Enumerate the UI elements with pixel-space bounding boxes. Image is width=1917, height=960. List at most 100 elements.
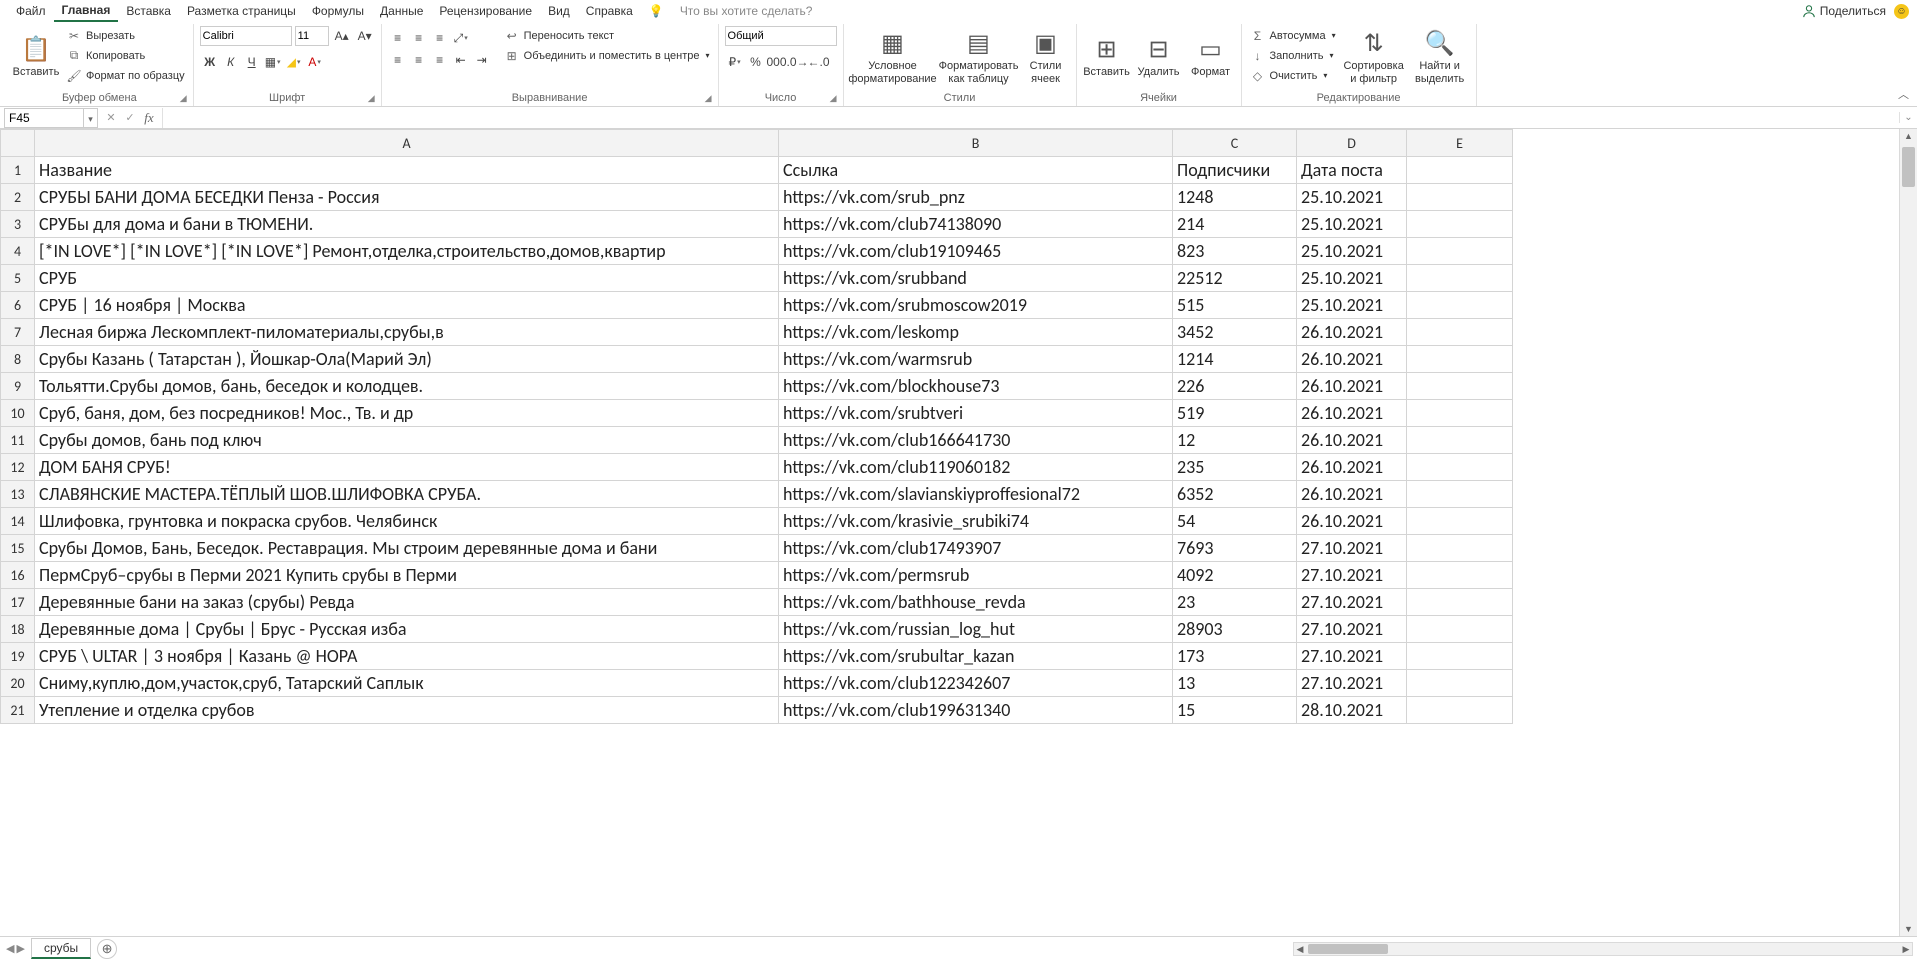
row-header[interactable]: 6 <box>1 292 35 319</box>
row-header[interactable]: 4 <box>1 238 35 265</box>
cell[interactable]: https://vk.com/club122342607 <box>779 670 1173 697</box>
cell[interactable] <box>1407 292 1513 319</box>
cell[interactable]: Срубы Казань ( Татарстан ), Йошкар-Ола(М… <box>35 346 779 373</box>
comma-button[interactable]: 000 <box>767 52 787 72</box>
sheet-tab-active[interactable]: срубы <box>31 938 91 959</box>
tab-home[interactable]: Главная <box>54 0 119 22</box>
align-bottom-button[interactable]: ≡ <box>430 28 450 48</box>
cell[interactable]: 6352 <box>1173 481 1297 508</box>
cell[interactable]: https://vk.com/leskomp <box>779 319 1173 346</box>
cell[interactable]: https://vk.com/slavianskiyproffesional72 <box>779 481 1173 508</box>
sheet-table[interactable]: A B C D E 1НазваниеСсылкаПодписчикиДата … <box>0 129 1513 724</box>
row-header[interactable]: 14 <box>1 508 35 535</box>
cell[interactable]: https://vk.com/srubband <box>779 265 1173 292</box>
name-box[interactable] <box>4 108 84 128</box>
cell[interactable]: 28.10.2021 <box>1297 697 1407 724</box>
cell[interactable]: 15 <box>1173 697 1297 724</box>
cell[interactable]: https://vk.com/club74138090 <box>779 211 1173 238</box>
increase-decimal-button[interactable]: .0→ <box>788 52 808 72</box>
merge-button[interactable]: ⊞Объединить и поместить в центре▾ <box>502 46 712 65</box>
sort-filter-button[interactable]: ⇅Сортировка и фильтр <box>1342 26 1406 88</box>
font-name-select[interactable] <box>200 26 292 46</box>
row-header[interactable]: 1 <box>1 157 35 184</box>
accept-formula-button[interactable]: ✓ <box>121 109 139 127</box>
cell[interactable]: 214 <box>1173 211 1297 238</box>
cell[interactable]: 22512 <box>1173 265 1297 292</box>
cell[interactable]: 28903 <box>1173 616 1297 643</box>
cell[interactable]: Ссылка <box>779 157 1173 184</box>
row-header[interactable]: 3 <box>1 211 35 238</box>
cell[interactable]: 226 <box>1173 373 1297 400</box>
row-header[interactable]: 2 <box>1 184 35 211</box>
select-all-corner[interactable] <box>1 130 35 157</box>
copy-button[interactable]: ⧉Копировать <box>64 46 187 65</box>
row-header[interactable]: 8 <box>1 346 35 373</box>
fill-color-button[interactable]: ◢ <box>284 52 304 72</box>
clipboard-launcher[interactable]: ◢ <box>180 93 187 104</box>
cancel-formula-button[interactable]: ✕ <box>102 109 120 127</box>
row-header[interactable]: 7 <box>1 319 35 346</box>
row-header[interactable]: 19 <box>1 643 35 670</box>
cell[interactable]: Деревянные дома | Срубы | Брус - Русская… <box>35 616 779 643</box>
tab-view[interactable]: Вид <box>540 1 578 21</box>
cell[interactable]: Лесная биржа Лескомплект-пиломатериалы,с… <box>35 319 779 346</box>
align-center-button[interactable]: ≡ <box>409 50 429 70</box>
row-header[interactable]: 16 <box>1 562 35 589</box>
cell[interactable]: 26.10.2021 <box>1297 454 1407 481</box>
cell[interactable]: СРУБ \ ULTAR | 3 ноября | Казань @ НОРА <box>35 643 779 670</box>
cell[interactable] <box>1407 373 1513 400</box>
cell[interactable]: Подписчики <box>1173 157 1297 184</box>
number-format-select[interactable] <box>725 26 837 46</box>
cell[interactable]: https://vk.com/club166641730 <box>779 427 1173 454</box>
cell[interactable]: 26.10.2021 <box>1297 427 1407 454</box>
cell[interactable] <box>1407 400 1513 427</box>
cell[interactable]: Сниму,куплю,дом,участок,сруб, Татарский … <box>35 670 779 697</box>
cell[interactable]: 27.10.2021 <box>1297 589 1407 616</box>
cell[interactable]: 4092 <box>1173 562 1297 589</box>
tab-insert[interactable]: Вставка <box>118 1 179 21</box>
format-as-table-button[interactable]: ▤Форматировать как таблицу <box>940 26 1018 88</box>
name-box-dropdown[interactable]: ▾ <box>84 108 98 128</box>
delete-cells-button[interactable]: ⊟Удалить <box>1135 26 1183 88</box>
cell[interactable] <box>1407 643 1513 670</box>
row-header[interactable]: 5 <box>1 265 35 292</box>
cell[interactable]: 3452 <box>1173 319 1297 346</box>
align-middle-button[interactable]: ≡ <box>409 28 429 48</box>
cell[interactable]: СРУБЫ БАНИ ДОМА БЕСЕДКИ Пенза - Россия <box>35 184 779 211</box>
cell[interactable]: https://vk.com/club119060182 <box>779 454 1173 481</box>
cell[interactable]: 27.10.2021 <box>1297 562 1407 589</box>
collapse-ribbon-button[interactable]: ︿ <box>1898 86 1909 102</box>
smiley-icon[interactable]: ☺ <box>1894 4 1909 19</box>
add-sheet-button[interactable]: ⊕ <box>97 939 117 959</box>
alignment-launcher[interactable]: ◢ <box>705 93 712 104</box>
vscroll-thumb[interactable] <box>1902 147 1915 187</box>
cell[interactable]: 25.10.2021 <box>1297 292 1407 319</box>
currency-button[interactable]: ₽ <box>725 52 745 72</box>
format-cells-button[interactable]: ▭Формат <box>1187 26 1235 88</box>
col-header-A[interactable]: A <box>35 130 779 157</box>
tab-formulas[interactable]: Формулы <box>304 1 372 21</box>
row-header[interactable]: 18 <box>1 616 35 643</box>
cell[interactable]: [*IN LOVE*] [*IN LOVE*] [*IN LOVE*] Ремо… <box>35 238 779 265</box>
cell[interactable]: 25.10.2021 <box>1297 184 1407 211</box>
cell[interactable]: https://vk.com/srubultar_kazan <box>779 643 1173 670</box>
fill-button[interactable]: ↓Заполнить▾ <box>1248 46 1338 65</box>
formula-input[interactable] <box>162 108 1899 128</box>
row-header[interactable]: 9 <box>1 373 35 400</box>
col-header-C[interactable]: C <box>1173 130 1297 157</box>
scroll-down-button[interactable]: ▼ <box>1900 924 1917 934</box>
horizontal-scrollbar[interactable]: ◀ ▶ <box>1293 942 1913 956</box>
row-header[interactable]: 13 <box>1 481 35 508</box>
row-header[interactable]: 11 <box>1 427 35 454</box>
cell[interactable]: 26.10.2021 <box>1297 346 1407 373</box>
cell[interactable]: 54 <box>1173 508 1297 535</box>
cell[interactable] <box>1407 670 1513 697</box>
cell[interactable] <box>1407 157 1513 184</box>
grow-font-button[interactable]: A▴ <box>332 26 352 46</box>
cell[interactable] <box>1407 184 1513 211</box>
cell[interactable]: 1248 <box>1173 184 1297 211</box>
number-launcher[interactable]: ◢ <box>830 93 837 104</box>
align-left-button[interactable]: ≡ <box>388 50 408 70</box>
find-select-button[interactable]: 🔍Найти и выделить <box>1410 26 1470 88</box>
paste-button[interactable]: 📋 Вставить <box>12 26 60 88</box>
